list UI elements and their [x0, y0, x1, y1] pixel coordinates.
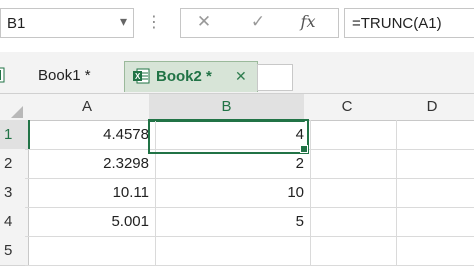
excel-workbook-icon: X — [133, 68, 150, 84]
fill-handle[interactable] — [300, 145, 308, 153]
cell-d2[interactable] — [390, 149, 474, 179]
cell-d5[interactable] — [390, 236, 474, 266]
formula-input[interactable]: =TRUNC(A1) — [344, 8, 474, 38]
cell-c4[interactable] — [304, 207, 397, 237]
cell-a4[interactable]: 5.001 — [25, 207, 156, 237]
cell-c3[interactable] — [304, 178, 397, 208]
workbook-tabs: X Book1 * X Book2 * ✕ — [0, 52, 474, 94]
enter-icon[interactable]: ✓ — [243, 12, 273, 36]
tab-book2[interactable]: X Book2 * ✕ — [124, 61, 258, 92]
chevron-down-icon[interactable]: ▾ — [120, 13, 127, 30]
cell-a3[interactable]: 10.11 — [25, 178, 156, 208]
insert-function-button[interactable]: fx — [293, 12, 323, 36]
column-header-c[interactable]: C — [304, 94, 391, 121]
formula-bar-separator: ⋮ — [146, 14, 162, 31]
cell-c5[interactable] — [304, 236, 397, 266]
cell-d3[interactable] — [390, 178, 474, 208]
cell-b4[interactable]: 5 — [149, 207, 311, 237]
cell-b1[interactable]: 4 — [149, 120, 311, 150]
cancel-icon[interactable]: ✕ — [189, 12, 219, 36]
svg-text:X: X — [135, 72, 141, 81]
tab-book1[interactable]: X Book1 * — [0, 61, 120, 91]
column-header-b[interactable]: B — [149, 94, 305, 122]
formula-bar-area: B1 ▾ ⋮ ✕ ✓ fx =TRUNC(A1) — [0, 0, 474, 52]
column-header-d[interactable]: D — [390, 94, 474, 121]
spreadsheet-grid[interactable]: A B C D 1 2 3 4 5 4.4578 4 2.3298 2 10.1… — [0, 94, 474, 266]
cell-c1[interactable] — [304, 120, 397, 150]
cell-a2[interactable]: 2.3298 — [25, 149, 156, 179]
cell-b3[interactable]: 10 — [149, 178, 311, 208]
cell-a1[interactable]: 4.4578 — [25, 120, 156, 150]
formula-text[interactable]: =TRUNC(A1) — [352, 15, 442, 32]
formula-buttons: ✕ ✓ fx — [180, 8, 339, 38]
name-box[interactable]: B1 ▾ — [0, 8, 134, 38]
cell-a5[interactable] — [25, 236, 156, 266]
name-box-value[interactable]: B1 — [7, 15, 25, 32]
tab-label: Book2 * — [156, 68, 212, 85]
close-icon[interactable]: ✕ — [235, 68, 247, 85]
tab-label: Book1 * — [38, 67, 91, 84]
select-all-corner[interactable] — [0, 94, 26, 121]
cell-d4[interactable] — [390, 207, 474, 237]
new-tab-button[interactable] — [257, 64, 293, 91]
cell-d1[interactable] — [390, 120, 474, 150]
select-all-icon — [11, 106, 23, 118]
cell-c2[interactable] — [304, 149, 397, 179]
cell-b5[interactable] — [149, 236, 311, 266]
cell-b2[interactable]: 2 — [149, 149, 311, 179]
column-header-a[interactable]: A — [25, 94, 150, 121]
excel-workbook-icon: X — [0, 67, 5, 83]
